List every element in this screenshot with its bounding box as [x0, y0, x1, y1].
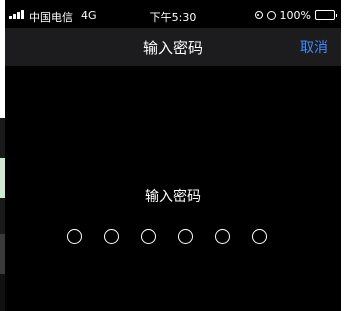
alarm-icon: [266, 10, 276, 20]
passcode-sheet: 中国电信 4G 下午5:30 100% 输入密码 取消 输入密码: [5, 0, 341, 311]
status-bar: 中国电信 4G 下午5:30 100%: [5, 0, 341, 28]
nav-title: 输入密码: [142, 39, 203, 57]
battery-percent: 100%: [279, 8, 311, 22]
passcode-dots[interactable]: [67, 229, 267, 244]
passcode-dot: [104, 229, 119, 244]
passcode-dot: [178, 229, 193, 244]
status-right: 100%: [254, 8, 337, 22]
passcode-prompt: 输入密码: [145, 189, 201, 205]
battery-icon: [315, 10, 337, 20]
passcode-dot: [215, 229, 230, 244]
orientation-lock-icon: [254, 11, 263, 19]
passcode-dot: [252, 229, 267, 244]
nav-bar: 输入密码 取消: [5, 28, 341, 66]
passcode-dot: [141, 229, 156, 244]
cancel-button[interactable]: 取消: [300, 37, 328, 57]
passcode-dot: [67, 229, 82, 244]
